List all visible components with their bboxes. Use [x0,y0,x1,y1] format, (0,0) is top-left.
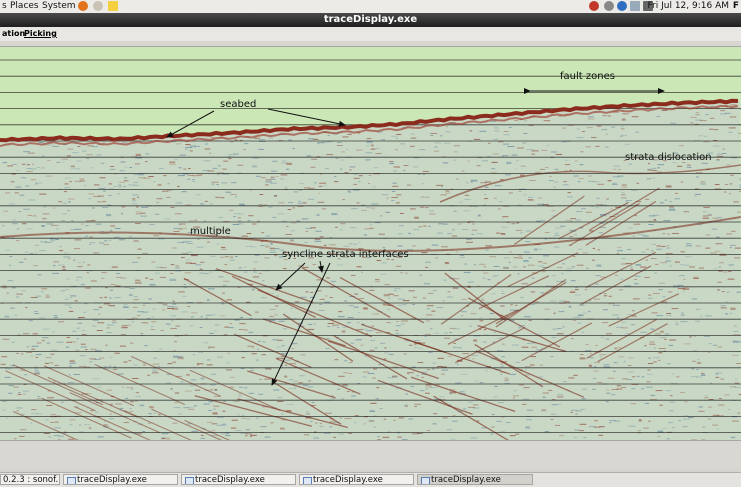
help-icon[interactable] [589,1,599,11]
system-menu[interactable]: System [42,1,76,11]
window-icon [303,477,312,485]
taskbar-item-tracedisplay[interactable]: traceDisplay.exe [63,474,178,485]
taskbar-item-tracedisplay-active[interactable]: traceDisplay.exe [417,474,533,485]
annotation-strata-dislocation: strata dislocation [625,152,712,163]
seabed-arrow-right [268,109,345,125]
seismic-trace-display[interactable]: seabed fault zones strata dislocation mu… [0,47,741,440]
annotation-fault-zones: fault zones [560,71,615,82]
menu-bar: ation Picking [0,27,741,42]
taskbar-item-label: traceDisplay.exe [313,475,383,485]
horizontal-scrollbar[interactable] [0,440,741,469]
annotation-syncline: syncline strata interfaces [282,249,409,260]
annotation-seabed: seabed [220,99,256,110]
volume-icon[interactable] [604,1,614,11]
window-titlebar[interactable]: traceDisplay.exe [0,13,741,27]
bluetooth-icon[interactable] [617,1,627,11]
menu-item-navigation[interactable]: ation [2,29,25,38]
taskbar-item-label: traceDisplay.exe [77,475,147,485]
taskbar-item-label: traceDisplay.exe [195,475,265,485]
menu-item-picking[interactable]: Picking [24,29,57,38]
taskbar-item-tracedisplay[interactable]: traceDisplay.exe [299,474,414,485]
taskbar-item-label: traceDisplay.exe [431,475,501,485]
notes-icon[interactable] [108,1,118,11]
annotation-multiple: multiple [190,226,231,237]
window-icon [185,477,194,485]
firefox-icon[interactable] [78,1,88,11]
top-panel: s Places System Fri Jul 12, 9:16 AM F [0,0,741,14]
places-menu[interactable]: Places [10,1,39,11]
window-icon [421,477,430,485]
window-icon [67,477,76,485]
taskbar-item-label: 0.2.3 : sonof... [3,475,60,485]
mail-icon[interactable] [630,1,640,11]
email-icon[interactable] [93,1,103,11]
taskbar: 0.2.3 : sonof... traceDisplay.exe traceD… [0,472,741,487]
taskbar-item-tracedisplay[interactable]: traceDisplay.exe [181,474,296,485]
clock[interactable]: Fri Jul 12, 9:16 AM [648,1,729,11]
panel-edge-letter: F [733,1,739,11]
taskbar-item-terminal[interactable]: 0.2.3 : sonof... [0,474,60,485]
window-title: traceDisplay.exe [324,14,417,25]
seismic-canvas [0,47,741,440]
applications-menu[interactable]: s [2,1,7,11]
